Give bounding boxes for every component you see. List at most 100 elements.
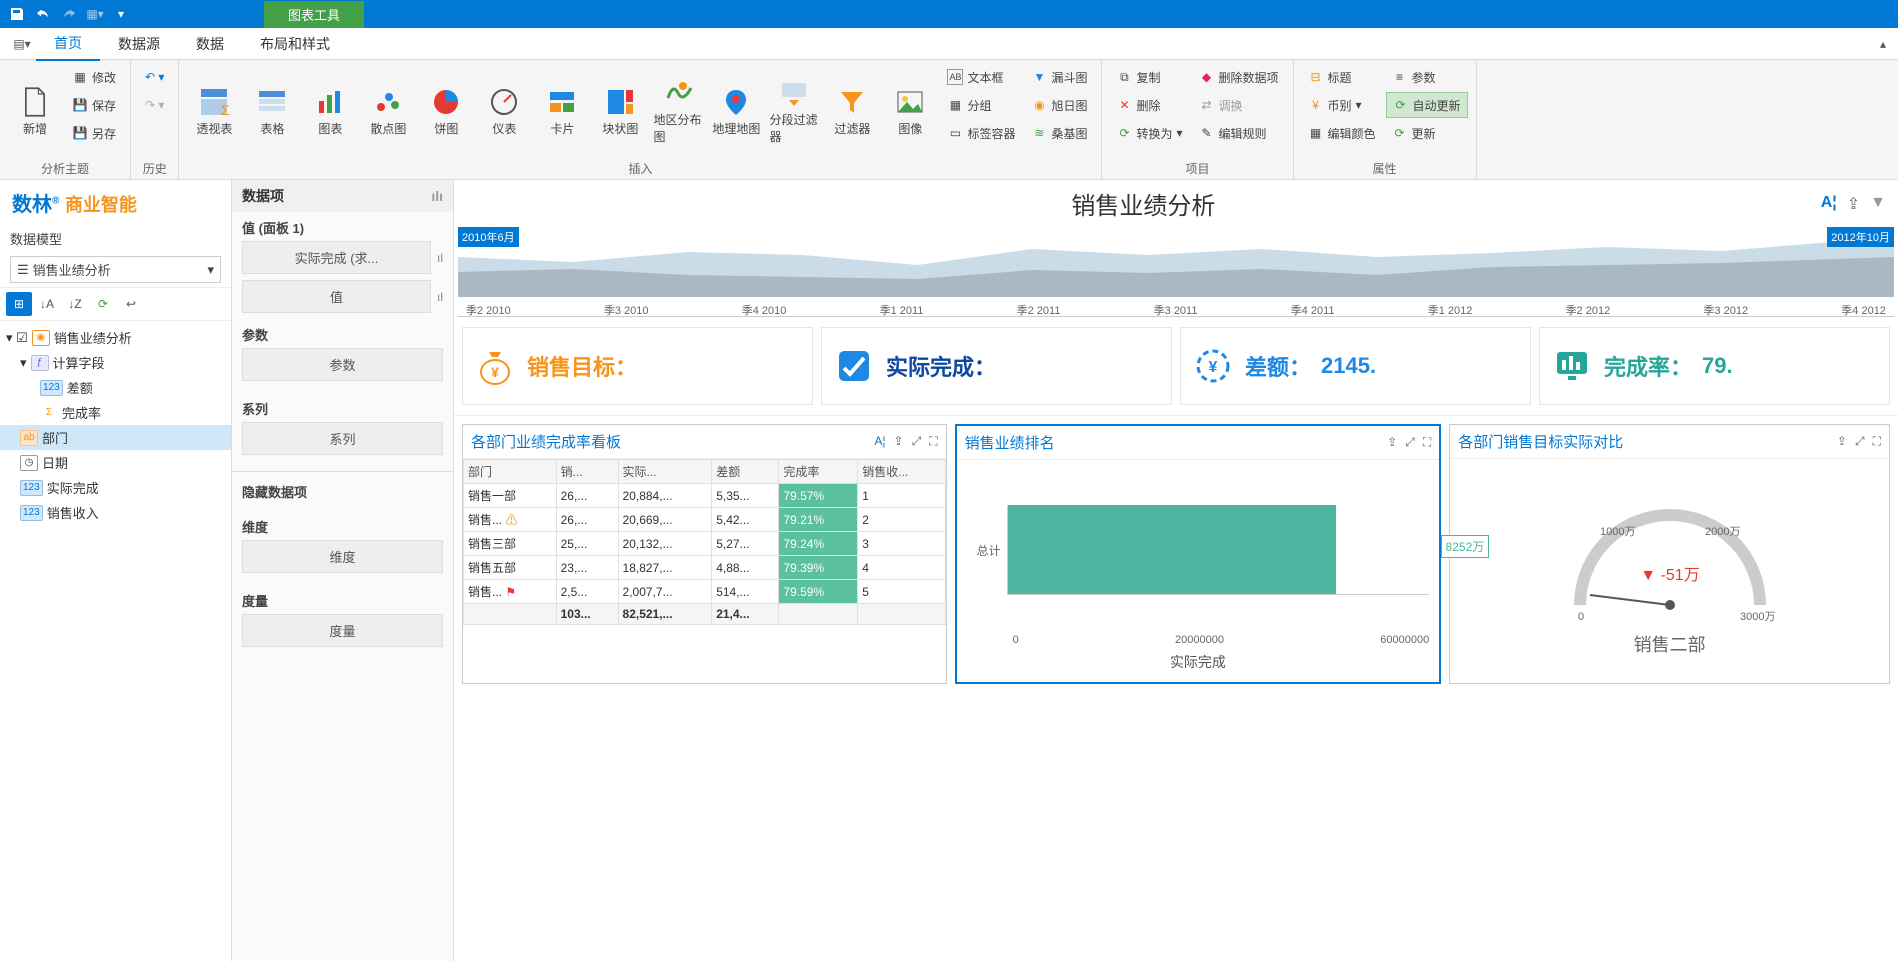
tab-layout[interactable]: 布局和样式 bbox=[242, 28, 348, 60]
sort-za-icon[interactable]: ↓Z bbox=[62, 292, 88, 316]
copy-button[interactable]: ⧉复制 bbox=[1110, 64, 1188, 90]
tab-datasource[interactable]: 数据源 bbox=[100, 28, 178, 60]
sunburst-button[interactable]: ◉旭日图 bbox=[1025, 92, 1093, 118]
editcolor-button[interactable]: ▦编辑颜色 bbox=[1302, 120, 1382, 146]
table-header[interactable]: 销... bbox=[556, 460, 618, 484]
bar-icon[interactable]: ıl bbox=[437, 251, 443, 265]
time-to-tag[interactable]: 2012年10月 bbox=[1827, 227, 1894, 247]
reload-icon[interactable]: ⟳ bbox=[90, 292, 116, 316]
slot-params[interactable]: 参数 bbox=[242, 348, 443, 381]
table-row[interactable]: 销售... ⚠26,...20,669,...5,42...79.21%2 bbox=[464, 508, 946, 532]
kpi-diff[interactable]: ¥ 差额：2145. bbox=[1180, 327, 1531, 405]
groupbox-button[interactable]: ▦分组 bbox=[941, 92, 1021, 118]
tree-rate[interactable]: Σ 完成率 bbox=[0, 400, 231, 425]
table-header[interactable]: 部门 bbox=[464, 460, 557, 484]
convert-button[interactable]: ⟳转换为▾ bbox=[1110, 120, 1188, 146]
currency-button[interactable]: ¥币别▾ bbox=[1302, 92, 1382, 118]
tree-calc[interactable]: ▾ ƒ 计算字段 bbox=[0, 350, 231, 375]
kpi-rate[interactable]: 完成率：79. bbox=[1539, 327, 1890, 405]
ai-icon[interactable]: A¦ bbox=[874, 434, 885, 449]
export-icon[interactable]: ⇪ bbox=[1847, 194, 1860, 214]
redo-icon[interactable] bbox=[56, 2, 82, 26]
tree-date[interactable]: ◷ 日期 bbox=[0, 450, 231, 475]
sort-az-icon[interactable]: ↓A bbox=[34, 292, 60, 316]
adjust-button[interactable]: ⇄调换 bbox=[1193, 92, 1285, 118]
undo-icon[interactable] bbox=[30, 2, 56, 26]
autoupdate-button[interactable]: ⟳自动更新 bbox=[1386, 92, 1468, 118]
app-menu-icon[interactable]: ▤▾ bbox=[8, 30, 36, 58]
table-row[interactable]: 销售一部26,...20,884,...5,35...79.57%1 bbox=[464, 484, 946, 508]
kpi-actual[interactable]: 实际完成： bbox=[821, 327, 1172, 405]
maximize-icon[interactable]: ⛶ bbox=[929, 434, 937, 449]
grid-dropdown-icon[interactable]: ▦▾ bbox=[82, 2, 108, 26]
card-button[interactable]: 卡片 bbox=[535, 64, 589, 158]
tree-root[interactable]: ▾ ☑ ◉ 销售业绩分析 bbox=[0, 325, 231, 350]
sankey-button[interactable]: ≋桑基图 bbox=[1025, 120, 1093, 146]
undo-tree-icon[interactable]: ↩ bbox=[118, 292, 144, 316]
panel-bar[interactable]: 销售业绩排名 ⇪ ⤢ ⛶ 总计 8252万 bbox=[955, 424, 1442, 684]
drill-icon[interactable]: ⤢ bbox=[1405, 435, 1415, 450]
time-from-tag[interactable]: 2010年6月 bbox=[458, 227, 519, 247]
new-button[interactable]: 新增 bbox=[8, 64, 62, 158]
export-icon[interactable]: ⇪ bbox=[1387, 435, 1397, 450]
collapse-ribbon-icon[interactable]: ▴ bbox=[1876, 33, 1890, 55]
editrule-button[interactable]: ✎编辑规则 bbox=[1193, 120, 1285, 146]
slot-dim[interactable]: 维度 bbox=[242, 540, 443, 573]
saveas-button[interactable]: 💾另存 bbox=[66, 120, 122, 146]
block-button[interactable]: 块状图 bbox=[593, 64, 647, 158]
table-header[interactable]: 实际... bbox=[618, 460, 712, 484]
table-row[interactable]: 销售... ⚑2,5...2,007,7...514,...79.59%5 bbox=[464, 580, 946, 604]
export-icon[interactable]: ⇪ bbox=[1837, 434, 1847, 449]
pie-button[interactable]: 饼图 bbox=[419, 64, 473, 158]
drill-icon[interactable]: ⤢ bbox=[912, 434, 922, 449]
delete-button[interactable]: ✕删除 bbox=[1110, 92, 1188, 118]
geo-button[interactable]: 地区分布图 bbox=[651, 64, 705, 158]
timeline[interactable]: 2010年6月 2012年10月 季2 2010 季3 2010 季4 2010… bbox=[458, 227, 1894, 317]
maximize-icon[interactable]: ⛶ bbox=[1423, 435, 1431, 450]
slot-actual[interactable]: 实际完成 (求... bbox=[242, 241, 431, 274]
filter-canvas-icon[interactable]: ▼ bbox=[1870, 194, 1886, 214]
drill-icon[interactable]: ⤢ bbox=[1855, 434, 1865, 449]
tree-diff[interactable]: 123 差额 bbox=[0, 375, 231, 400]
scatter-button[interactable]: 散点图 bbox=[361, 64, 415, 158]
gauge-button[interactable]: 仪表 bbox=[477, 64, 531, 158]
maximize-icon[interactable]: ⛶ bbox=[1873, 434, 1881, 449]
table-header[interactable]: 差额 bbox=[712, 460, 779, 484]
slot-series[interactable]: 系列 bbox=[242, 422, 443, 455]
funnel-button[interactable]: ▼漏斗图 bbox=[1025, 64, 1093, 90]
chart-button[interactable]: 图表 bbox=[303, 64, 357, 158]
tab-home[interactable]: 首页 bbox=[36, 27, 100, 61]
image-button[interactable]: 图像 bbox=[883, 64, 937, 158]
save-button[interactable]: 💾保存 bbox=[66, 92, 122, 118]
model-select[interactable]: ☰ 销售业绩分析 ▾ bbox=[10, 256, 221, 283]
bar-icon[interactable]: ıl bbox=[437, 290, 443, 304]
modify-button[interactable]: ▦修改 bbox=[66, 64, 122, 90]
tree-structure-icon[interactable]: ⊞ bbox=[6, 292, 32, 316]
table-header[interactable]: 销售收... bbox=[858, 460, 945, 484]
table-header[interactable]: 完成率 bbox=[779, 460, 858, 484]
title-button[interactable]: ⊟标题 bbox=[1302, 64, 1382, 90]
rangefilter-button[interactable]: 分段过滤器 bbox=[767, 64, 821, 158]
dropdown-icon[interactable]: ▾ bbox=[108, 2, 134, 26]
tab-data[interactable]: 数据 bbox=[178, 28, 242, 60]
table-row[interactable]: 销售五部23,...18,827,...4,88...79.39%4 bbox=[464, 556, 946, 580]
filter-button[interactable]: 过滤器 bbox=[825, 64, 879, 158]
param-button[interactable]: ≡参数 bbox=[1386, 64, 1468, 90]
dp-config-icon[interactable]: ılı bbox=[431, 188, 443, 204]
save-icon[interactable] bbox=[4, 2, 30, 26]
table-row[interactable]: 销售三部25,...20,132,...5,27...79.24%3 bbox=[464, 532, 946, 556]
textbox-button[interactable]: AB文本框 bbox=[941, 64, 1021, 90]
slot-measure[interactable]: 度量 bbox=[242, 614, 443, 647]
export-icon[interactable]: ⇪ bbox=[894, 434, 904, 449]
tree-dept[interactable]: ab 部门 bbox=[0, 425, 231, 450]
tabcontainer-button[interactable]: ▭标签容器 bbox=[941, 120, 1021, 146]
deldata-button[interactable]: ◆删除数据项 bbox=[1193, 64, 1285, 90]
slot-value[interactable]: 值 bbox=[242, 280, 431, 313]
map-button[interactable]: 地理地图 bbox=[709, 64, 763, 158]
ai-icon[interactable]: A¦ bbox=[1821, 194, 1837, 214]
tree-revenue[interactable]: 123 销售收入 bbox=[0, 500, 231, 525]
history-redo[interactable]: ↷ ▾ bbox=[139, 92, 170, 118]
tree-actual[interactable]: 123 实际完成 bbox=[0, 475, 231, 500]
panel-table[interactable]: 各部门业绩完成率看板 A¦ ⇪ ⤢ ⛶ 部门销...实际...差额完成率销售收.… bbox=[462, 424, 947, 684]
kpi-target[interactable]: ¥ 销售目标： bbox=[462, 327, 813, 405]
